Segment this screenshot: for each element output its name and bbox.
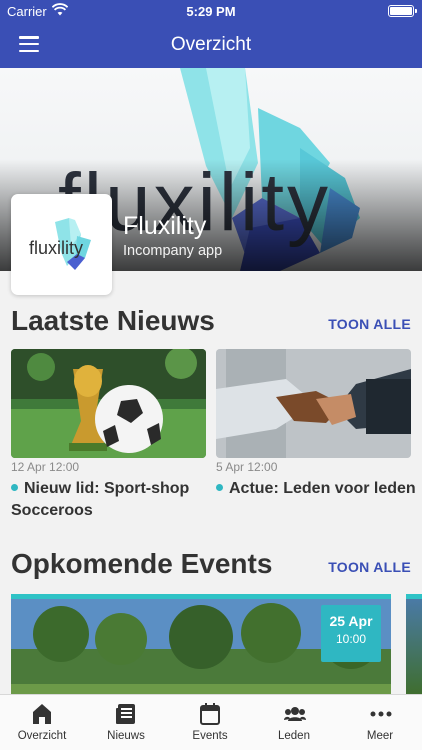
more-icon (370, 711, 392, 717)
news-show-all-button[interactable]: TOON ALLE (328, 316, 411, 332)
event-date-badge: 25 Apr 10:00 (321, 605, 381, 662)
news-headline: Actue: Leden voor leden (216, 478, 416, 500)
app-subtitle: Incompany app (123, 243, 223, 259)
members-icon (284, 707, 306, 721)
status-bar: Carrier 5:29 PM (0, 0, 422, 22)
clock: 5:29 PM (186, 4, 236, 19)
tab-overzicht[interactable]: Overzicht (0, 695, 84, 750)
event-day: 25 Apr (329, 613, 373, 629)
calendar-icon (200, 703, 220, 725)
home-icon (33, 704, 51, 724)
event-time: 10:00 (335, 632, 367, 646)
tab-leden[interactable]: Leden (252, 695, 336, 750)
tab-label: Events (192, 730, 228, 742)
news-image-handshake (216, 349, 411, 458)
news-icon (116, 704, 135, 724)
tab-label: Nieuws (107, 730, 145, 742)
page-title: Overzicht (170, 34, 252, 55)
logo-wordmark: fluxility (29, 238, 84, 258)
unread-dot-icon (11, 484, 18, 491)
tab-events[interactable]: Events (168, 695, 252, 750)
tab-bar: Overzicht Nieuws Events Leden Meer (0, 694, 422, 750)
tab-meer[interactable]: Meer (338, 695, 422, 750)
news-card[interactable]: 5 Apr 12:00 Actue: Leden voor leden (216, 349, 416, 521)
nav-bar: Overzicht (0, 22, 422, 68)
app-name: Fluxility (123, 212, 207, 240)
news-date: 5 Apr 12:00 (216, 460, 278, 474)
events-show-all-button[interactable]: TOON ALLE (328, 559, 411, 575)
tab-label: Overzicht (17, 730, 67, 742)
event-card-next[interactable] (406, 594, 422, 694)
news-section-title: Laatste Nieuws (11, 305, 215, 336)
news-image-soccer (11, 349, 206, 458)
news-date: 12 Apr 12:00 (11, 460, 80, 474)
events-section-title: Opkomende Events (11, 548, 273, 579)
tab-nieuws[interactable]: Nieuws (84, 695, 168, 750)
tab-label: Leden (278, 730, 310, 742)
battery-icon (388, 5, 417, 17)
news-headline: Nieuw lid: Sport-shop Socceroos (11, 480, 190, 519)
news-card[interactable]: 12 Apr 12:00 Nieuw lid: Sport-shop Socce… (11, 349, 206, 521)
app-logo: fluxility (11, 194, 112, 295)
unread-dot-icon (216, 484, 223, 491)
tab-label: Meer (366, 730, 394, 742)
